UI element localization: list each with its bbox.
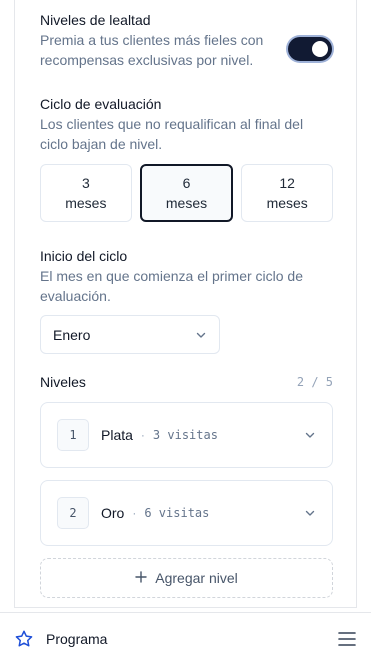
cycle-start-description-line2: evaluación. [40,288,111,304]
level-visits: 3 visitas [152,428,218,442]
cycle-options: 3 meses 6 meses 12 meses [40,164,334,222]
level-name: Oro [101,505,125,521]
loyalty-section: Niveles de lealtad Premia a tus clientes… [40,10,333,70]
level-separator: · [140,428,145,442]
chevron-down-icon[interactable] [304,429,316,441]
chevron-down-icon[interactable] [304,507,316,519]
cycle-start-description-line1: El mes en que comienza el primer ciclo d… [40,268,304,284]
cycle-start-section: Inicio del ciclo El mes en que comienza … [40,246,333,306]
cycle-option-number: 3 [81,175,90,191]
level-number-badge: 1 [57,419,89,451]
add-level-button[interactable]: Agregar nivel [40,558,333,598]
level-card-plata[interactable]: 1 Plata · 3 visitas [40,402,333,468]
plus-icon [135,570,147,586]
toggle-knob [312,41,328,57]
loyalty-title: Niveles de lealtad [40,12,151,28]
cycle-option-6-months[interactable]: 6 meses [139,164,234,222]
cycle-start-title: Inicio del ciclo [40,248,128,264]
levels-header: Niveles 2 / 5 [40,372,333,392]
cycle-option-unit: meses [65,195,107,211]
month-select[interactable]: Enero [40,315,220,354]
cycle-option-12-months[interactable]: 12 meses [241,164,334,222]
cycle-option-3-months[interactable]: 3 meses [40,164,132,222]
cycle-option-unit: meses [266,195,308,211]
levels-title: Niveles [40,374,86,390]
levels-count: 2 / 5 [296,375,333,389]
level-number-badge: 2 [57,497,89,529]
program-label: Programa [46,631,108,647]
level-separator: · [132,506,137,520]
bottom-bar: Programa [0,612,371,665]
cycle-option-number: 6 [182,175,191,191]
evaluation-cycle-description-line1: Los clientes que no requalifican al fina… [40,116,304,132]
cycle-option-unit: meses [165,195,208,211]
add-level-label: Agregar nivel [155,570,238,586]
loyalty-toggle[interactable] [288,37,332,61]
star-icon [14,629,34,649]
cycle-option-number: 12 [279,175,295,191]
settings-panel: Niveles de lealtad Premia a tus clientes… [14,0,357,608]
evaluation-cycle-description-line2: ciclo bajan de nivel. [40,136,163,152]
evaluation-cycle-title: Ciclo de evaluación [40,96,162,112]
level-card-oro[interactable]: 2 Oro · 6 visitas [40,480,333,546]
hamburger-menu-icon[interactable] [338,631,356,647]
level-visits: 6 visitas [144,506,210,520]
chevron-down-icon [195,329,207,341]
level-name: Plata [101,427,133,443]
evaluation-cycle-section: Ciclo de evaluación Los clientes que no … [40,94,333,154]
month-select-value: Enero [53,326,91,343]
